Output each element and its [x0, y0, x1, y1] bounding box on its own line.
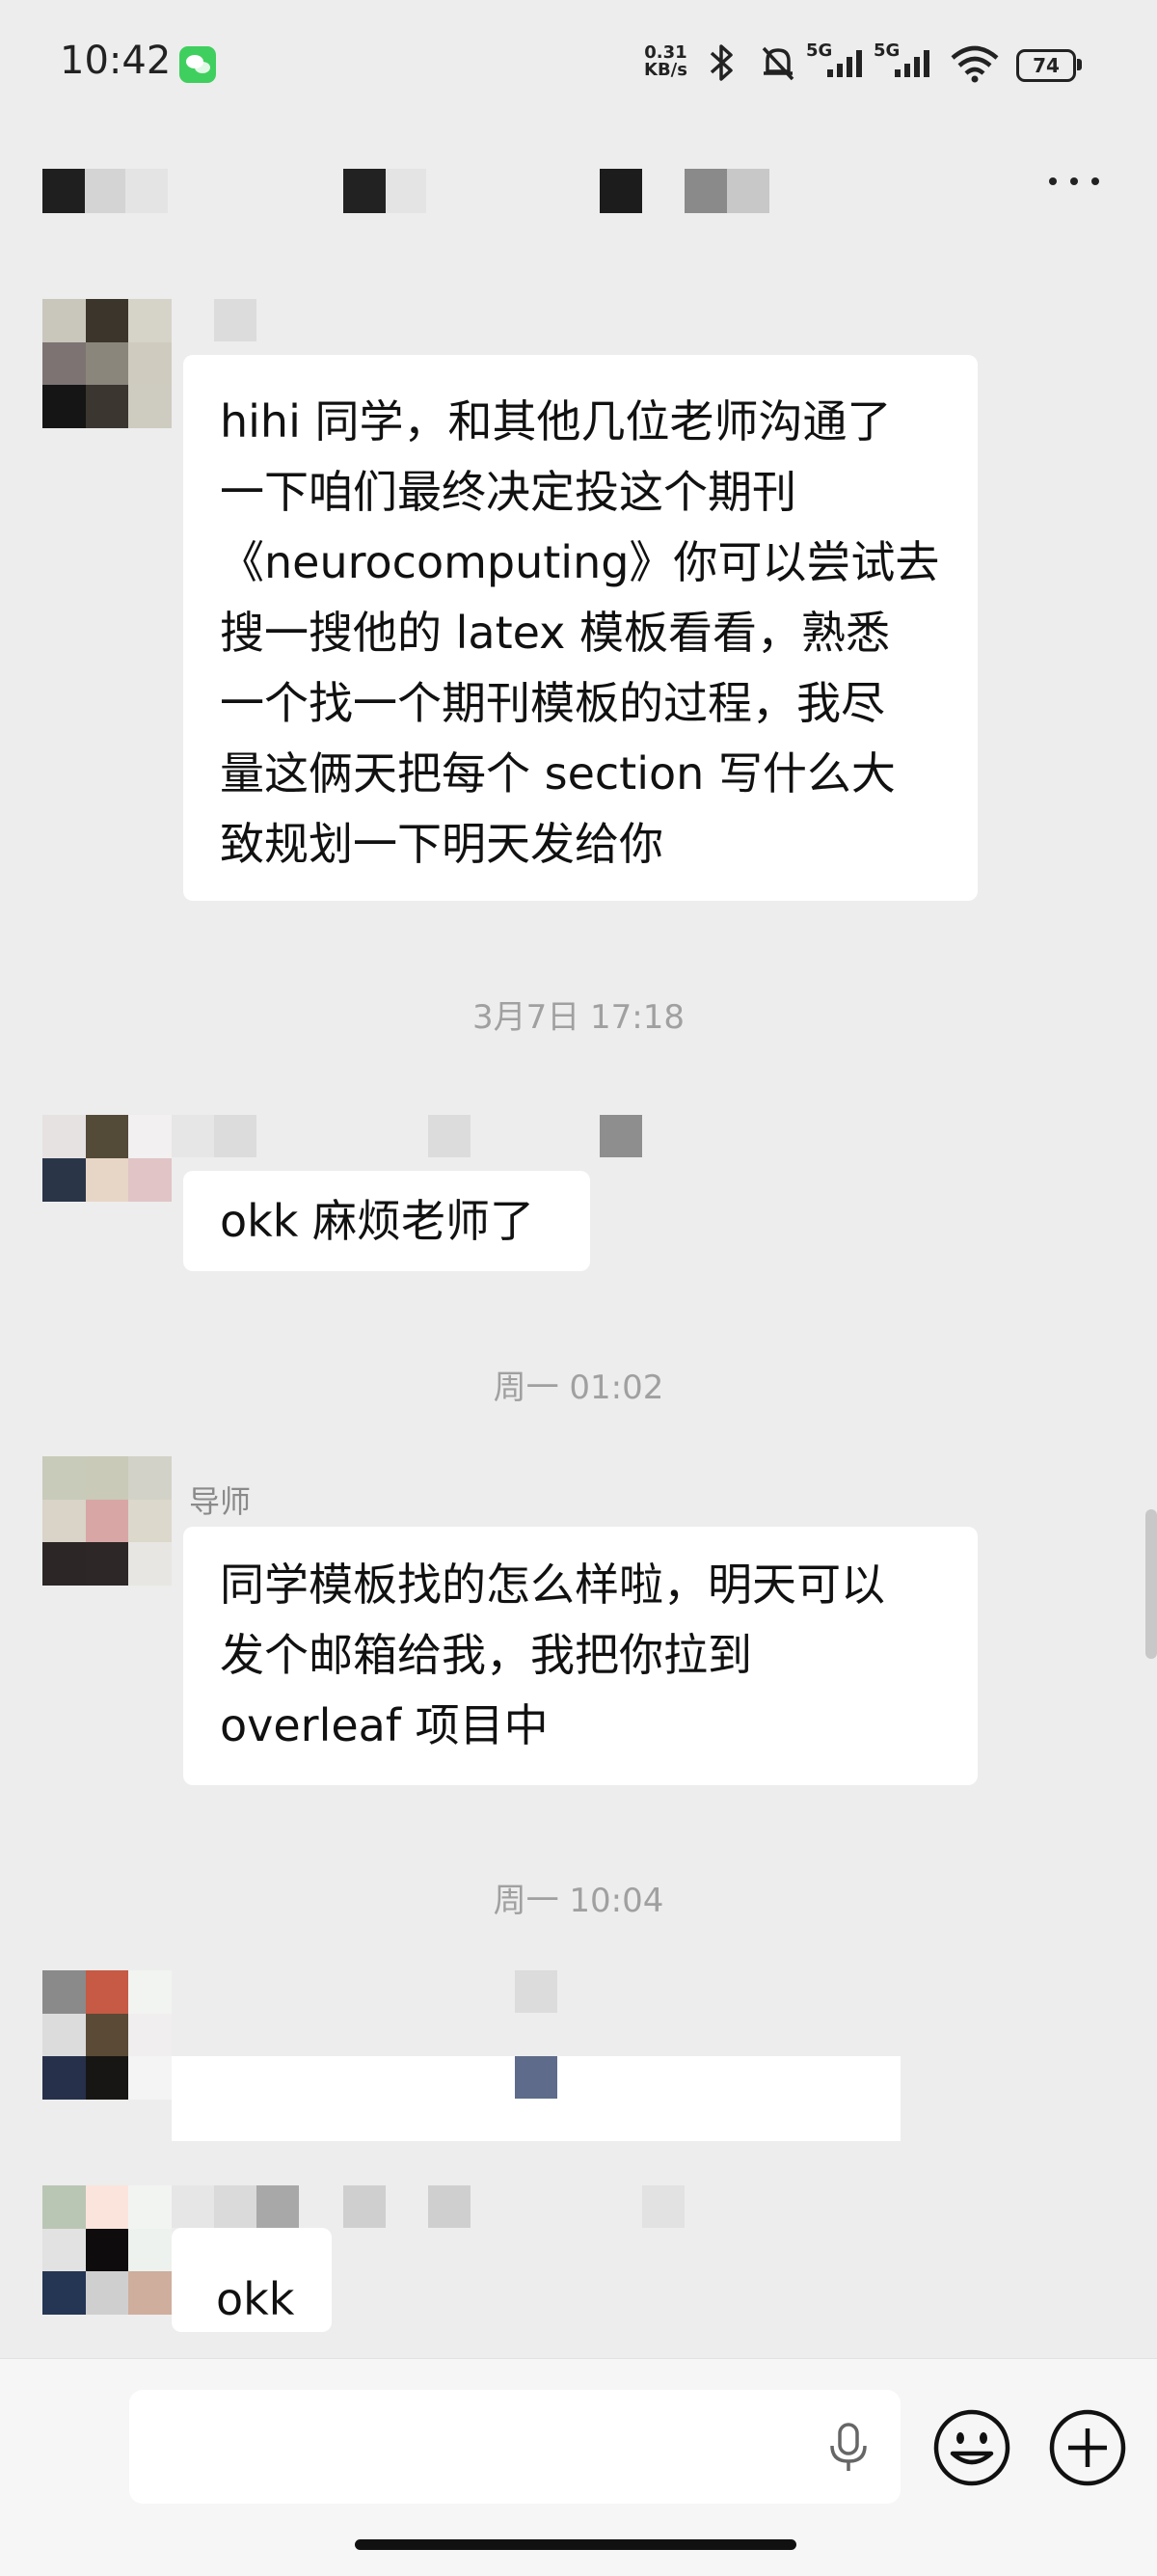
avatar[interactable] — [42, 1970, 172, 2100]
message-bubble[interactable]: 同学模板找的怎么样啦，明天可以 发个邮箱给我，我把你拉到 overleaf 项目… — [183, 1527, 978, 1785]
scrollbar-thumb[interactable] — [1145, 1509, 1157, 1659]
wechat-notification-icon — [179, 46, 216, 83]
message-timestamp: 周一 01:02 — [493, 1369, 664, 1407]
sender-name-pixelated — [172, 2185, 692, 2228]
signal-bars-icon-2 — [895, 50, 929, 77]
home-indicator[interactable] — [355, 2539, 796, 2550]
pixelated-block — [515, 2056, 557, 2099]
sender-label: 导师 — [189, 1483, 252, 1520]
battery-tip — [1077, 59, 1082, 70]
bluetooth-icon — [710, 44, 733, 81]
microphone-icon[interactable] — [827, 2421, 870, 2475]
message-input[interactable] — [129, 2390, 901, 2504]
avatar[interactable] — [42, 2185, 172, 2315]
message-bubble[interactable]: okk — [172, 2228, 332, 2332]
network-speed-unit: KB/s — [644, 60, 687, 80]
avatar[interactable] — [42, 1456, 172, 1586]
mute-bell-icon — [762, 46, 794, 81]
wifi-icon — [951, 45, 999, 83]
message-bubble[interactable]: hihi 同学，和其他几位老师沟通了 一下咱们最终决定投这个期刊 《neuroc… — [183, 355, 978, 901]
more-dot-icon — [1049, 177, 1057, 185]
more-dot-icon — [1070, 177, 1078, 185]
message-timestamp: 3月7日 17:18 — [471, 998, 686, 1037]
more-dot-icon — [1091, 177, 1099, 185]
avatar[interactable] — [42, 299, 172, 428]
battery-level: 74 — [1016, 49, 1076, 82]
message-timestamp: 周一 10:04 — [493, 1882, 664, 1920]
sender-name-pixelated — [172, 1115, 644, 1157]
more-options-button[interactable] — [1047, 174, 1101, 189]
plus-icon[interactable] — [1047, 2407, 1128, 2488]
status-time: 10:42 — [60, 39, 172, 83]
avatar[interactable] — [42, 1115, 172, 1202]
sender-name-pixelated — [515, 1970, 557, 2013]
chat-title-pixelated[interactable] — [42, 169, 775, 215]
network-speed: 0.31 KB/s — [644, 44, 687, 79]
signal-bars-icon-1 — [827, 50, 862, 77]
sender-name-pixelated — [214, 299, 256, 341]
smiley-icon[interactable] — [931, 2407, 1012, 2488]
message-bubble[interactable]: okk 麻烦老师了 — [183, 1171, 590, 1271]
